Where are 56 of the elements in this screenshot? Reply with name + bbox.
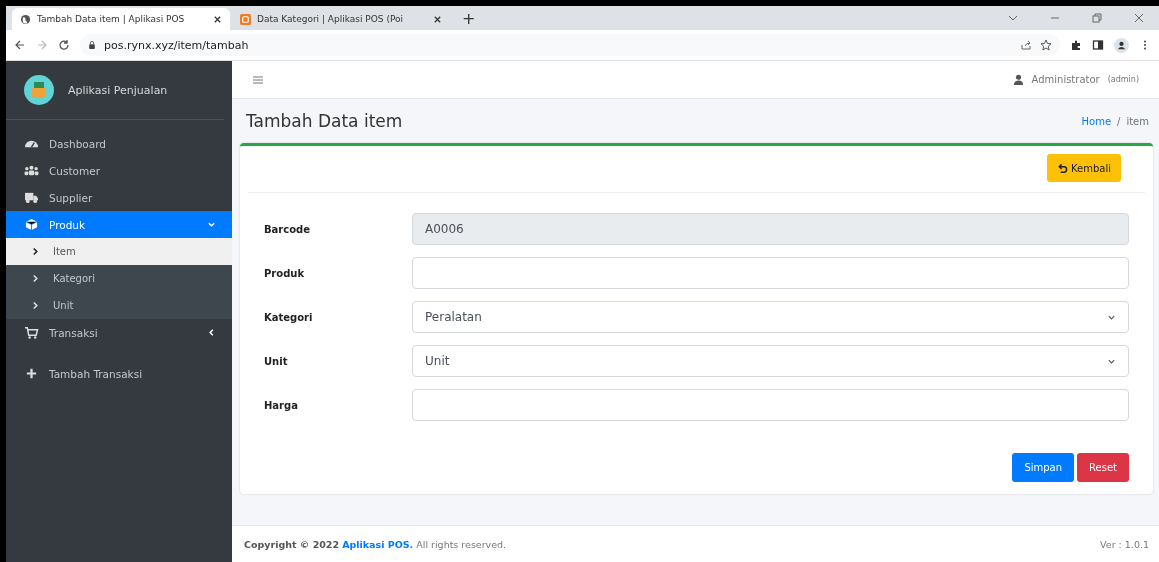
brand-name: Aplikasi Penjualan <box>68 83 168 97</box>
caret-icon <box>207 220 216 229</box>
field-label: Kategori <box>264 311 314 323</box>
sidebar-item[interactable]: Tambah Transaksi <box>6 360 232 387</box>
chevron-right-icon <box>32 247 39 256</box>
reset-button[interactable]: Reset <box>1077 453 1129 482</box>
sidebar-item[interactable]: Transaksi <box>6 319 232 346</box>
input-field[interactable]: A0006 <box>412 213 1129 245</box>
field-label: Unit <box>264 355 289 367</box>
profile-icon[interactable] <box>1114 37 1129 53</box>
new-tab-button[interactable]: + <box>452 8 486 28</box>
close-icon[interactable] <box>433 14 442 24</box>
app-icon <box>240 13 251 25</box>
version-text: Ver : 1.0.1 <box>1100 538 1149 550</box>
sidebar-item[interactable]: Dashboard <box>6 130 232 157</box>
share-icon[interactable] <box>1020 39 1032 51</box>
sidebar-item[interactable]: Customer <box>6 157 232 184</box>
select-field[interactable]: Unit <box>412 345 1129 377</box>
select-field[interactable]: Peralatan <box>412 301 1129 333</box>
input-field[interactable] <box>412 257 1129 289</box>
save-button[interactable]: Simpan <box>1012 453 1075 482</box>
field-label: Produk <box>264 267 306 279</box>
breadcrumb-link[interactable]: Home <box>1081 115 1112 127</box>
breadcrumb-separator: / <box>1117 115 1121 127</box>
back-button[interactable]: Kembali <box>1047 154 1121 182</box>
chevron-right-icon <box>32 301 39 310</box>
page-title: Tambah Data item <box>246 111 403 131</box>
lock-icon <box>88 40 96 50</box>
close-icon[interactable] <box>213 14 222 24</box>
back-arrow-icon[interactable] <box>14 39 26 51</box>
field-label: Harga <box>264 399 299 411</box>
sidebar-subitem[interactable]: Item <box>6 238 232 265</box>
sidebar-subitem[interactable]: Unit <box>6 292 232 319</box>
footer-link[interactable]: Aplikasi POS. <box>342 538 414 550</box>
address-field[interactable]: pos.rynx.xyz/item/tambah <box>80 34 1060 56</box>
sidebar-item[interactable]: Supplier <box>6 184 232 211</box>
restore-icon[interactable] <box>1091 12 1103 24</box>
star-icon[interactable] <box>1040 39 1052 51</box>
browser-tab[interactable]: Data Kategori | Aplikasi POS (Poi <box>232 8 450 30</box>
reload-icon[interactable] <box>58 39 70 51</box>
input-field[interactable] <box>412 389 1129 421</box>
sidebar-item[interactable]: Produk <box>6 211 232 238</box>
user-menu[interactable]: Administrator (admin) <box>1012 74 1139 85</box>
browser-tab[interactable]: Tambah Data item | Aplikasi POS <box>12 8 230 30</box>
wallet-logo-icon <box>24 75 54 105</box>
field-label: Barcode <box>264 223 312 235</box>
globe-icon <box>20 13 31 25</box>
caret-icon <box>207 328 216 337</box>
undo-icon <box>1057 162 1068 174</box>
sidebar-subitem[interactable]: Kategori <box>6 265 232 292</box>
chevron-right-icon <box>32 274 39 283</box>
puzzle-icon[interactable] <box>1070 39 1082 51</box>
breadcrumb-current: item <box>1126 115 1149 127</box>
copyright-text: Copyright © 2022 Aplikasi POS. All rights reserved. <box>244 538 507 550</box>
sidebar-panel-icon[interactable] <box>1092 39 1104 51</box>
user-icon <box>1012 74 1024 85</box>
